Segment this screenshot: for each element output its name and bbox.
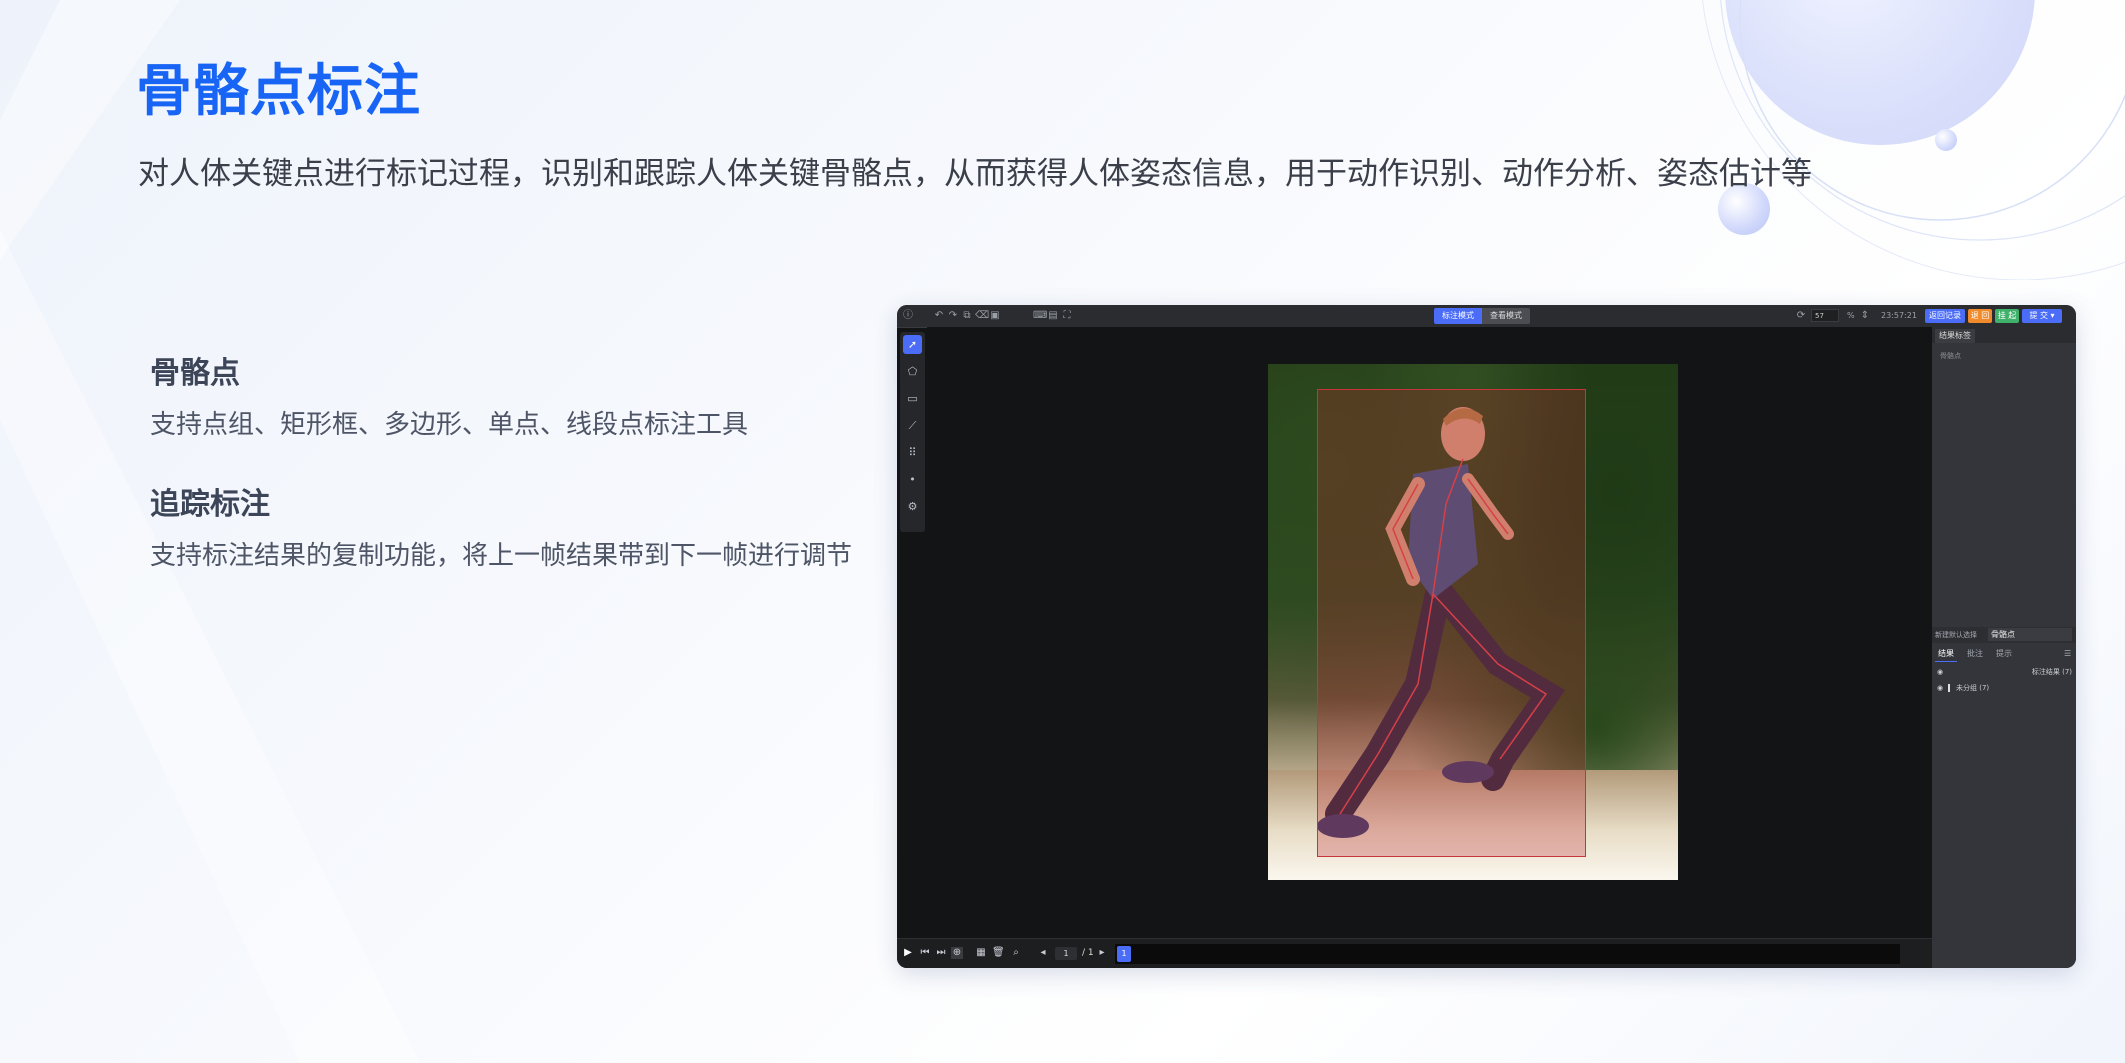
results-sidebar: 结果标签 骨骼点 新建默认选择 骨骼点 结果 批注 提示 ☰ ◉ 标注结果 (7… bbox=[1932, 327, 2076, 968]
list-menu-icon[interactable]: ☰ bbox=[2061, 647, 2074, 661]
step-forward-icon[interactable]: ⏭ bbox=[935, 947, 947, 959]
polygon-tool-icon[interactable]: ⬠ bbox=[903, 362, 922, 381]
result-header-row: ◉ 标注结果 (7) bbox=[1932, 665, 2076, 679]
undo-icon[interactable]: ↶ bbox=[933, 310, 945, 322]
view-mode-button[interactable]: 查看模式 bbox=[1482, 308, 1530, 324]
polyline-tool-icon[interactable]: ⟋ bbox=[903, 416, 922, 435]
group-label: 未分组 (7) bbox=[1956, 684, 1990, 692]
stepper-icon[interactable]: ⇕ bbox=[1859, 310, 1871, 322]
eye-icon[interactable]: ◉ bbox=[1937, 665, 1943, 679]
redo-icon[interactable]: ↷ bbox=[947, 310, 959, 322]
result-count: 标注结果 (7) bbox=[2031, 668, 2072, 676]
page-input[interactable]: 1 bbox=[1055, 947, 1077, 960]
rectangle-tool-icon[interactable]: ▭ bbox=[903, 389, 922, 408]
default-select-row: 新建默认选择 骨骼点 bbox=[1932, 627, 2076, 643]
zoom-label: % bbox=[1847, 311, 1855, 320]
group-row[interactable]: ◉ 未分组 (7) bbox=[1932, 681, 2076, 695]
history-button[interactable]: 返回记录 bbox=[1925, 309, 1965, 323]
feature-tracking: 追踪标注 支持标注结果的复制功能，将上一帧结果带到下一帧进行调节 bbox=[150, 479, 852, 572]
feature-title: 追踪标注 bbox=[150, 487, 270, 522]
mode-switch: 标注模式 查看模式 bbox=[1434, 308, 1530, 324]
delete-icon[interactable]: ⌫ bbox=[975, 310, 989, 322]
playback-bar: ▶ ⏮ ⏭ ⊕ ▦ 🗑 ⌕ ◂ 1 / 1 ▸ 1 bbox=[897, 938, 1932, 968]
sidebar-tabs: 结果 批注 提示 ☰ bbox=[1932, 647, 2076, 662]
copy-icon[interactable]: ⧉ bbox=[961, 310, 973, 322]
document-icon[interactable]: ▤ bbox=[1047, 310, 1059, 322]
submit-label: 提 交 bbox=[2029, 311, 2048, 320]
keyboard-icon[interactable]: ⌨ bbox=[1033, 310, 1047, 322]
annotate-mode-button[interactable]: 标注模式 bbox=[1434, 308, 1482, 324]
tab-result-labels[interactable]: 结果标签 bbox=[1935, 329, 1975, 343]
reject-button[interactable]: 退 回 bbox=[1968, 309, 1992, 323]
page-title: 骨骼点标注 bbox=[136, 59, 421, 124]
sidebar-tab-header: 结果标签 bbox=[1932, 327, 2076, 343]
frame-timeline[interactable]: 1 bbox=[1115, 944, 1900, 964]
runner-photo bbox=[1268, 364, 1678, 880]
skip-button[interactable]: 挂 起 bbox=[1995, 309, 2019, 323]
annotation-app-window: ⓘ ↶ ↷ ⧉ ⌫ ▣ ⌨ ▤ ⛶ 标注模式 查看模式 ⟳ 57 % ⇕ 23:… bbox=[897, 305, 2076, 968]
point-group-tool-icon[interactable]: ⠿ bbox=[903, 443, 922, 462]
prev-page-icon[interactable]: ◂ bbox=[1037, 947, 1049, 959]
page-subtitle: 对人体关键点进行标记过程，识别和跟踪人体关键骨骼点，从而获得人体姿态信息，用于动… bbox=[138, 156, 1812, 192]
tab-comments[interactable]: 批注 bbox=[1964, 647, 1986, 661]
feature-skeleton: 骨骼点 支持点组、矩形框、多边形、单点、线段点标注工具 bbox=[150, 348, 748, 441]
group-color-marker bbox=[1948, 684, 1950, 692]
settings-tool-icon[interactable]: ⚙ bbox=[903, 497, 922, 516]
sidebar-placeholder: 骨骼点 bbox=[1940, 352, 1961, 360]
feature-title: 骨骼点 bbox=[150, 356, 240, 391]
frame-cell[interactable]: 1 bbox=[1117, 946, 1131, 962]
info-icon[interactable]: ⓘ bbox=[902, 310, 914, 322]
save-icon[interactable]: ▣ bbox=[989, 310, 1001, 322]
annotation-bounding-box[interactable] bbox=[1317, 389, 1586, 857]
submit-button[interactable]: 提 交 ▾ bbox=[2022, 309, 2062, 323]
grid-icon[interactable]: ▦ bbox=[975, 947, 987, 959]
refresh-icon[interactable]: ⟳ bbox=[1795, 310, 1807, 322]
counter-input[interactable]: 57 bbox=[1811, 309, 1839, 322]
eye-icon[interactable]: ◉ bbox=[1937, 681, 1943, 695]
tab-hints[interactable]: 提示 bbox=[1993, 647, 2015, 661]
timer: 23:57:21 bbox=[1881, 311, 1917, 320]
trash-icon[interactable]: 🗑 bbox=[992, 947, 1005, 959]
decorative-sphere-small bbox=[1935, 129, 1957, 151]
tool-palette: ➚ ⬠ ▭ ⟋ ⠿ • ⚙ bbox=[900, 332, 925, 532]
zoom-fit-icon[interactable]: ⊕ bbox=[951, 947, 963, 959]
default-label-select[interactable]: 骨骼点 bbox=[1988, 628, 2072, 641]
decorative-sphere-large bbox=[1725, 0, 2035, 145]
next-page-icon[interactable]: ▸ bbox=[1096, 947, 1108, 959]
feature-description: 支持点组、矩形框、多边形、单点、线段点标注工具 bbox=[150, 410, 749, 440]
default-select-label: 新建默认选择 bbox=[1935, 631, 1977, 639]
app-topbar: ⓘ ↶ ↷ ⧉ ⌫ ▣ ⌨ ▤ ⛶ 标注模式 查看模式 ⟳ 57 % ⇕ 23:… bbox=[897, 305, 2076, 328]
select-tool-icon[interactable]: ➚ bbox=[903, 335, 922, 354]
point-tool-icon[interactable]: • bbox=[903, 470, 922, 489]
chevron-down-icon: ▾ bbox=[2050, 311, 2055, 320]
search-frame-icon[interactable]: ⌕ bbox=[1010, 947, 1022, 959]
page-total: / 1 bbox=[1082, 948, 1094, 958]
step-back-icon[interactable]: ⏮ bbox=[919, 947, 931, 959]
tab-results[interactable]: 结果 bbox=[1935, 647, 1957, 662]
feature-description: 支持标注结果的复制功能，将上一帧结果带到下一帧进行调节 bbox=[150, 541, 853, 571]
play-icon[interactable]: ▶ bbox=[902, 947, 914, 959]
fullscreen-icon[interactable]: ⛶ bbox=[1061, 310, 1073, 322]
annotation-canvas[interactable] bbox=[927, 327, 1932, 942]
